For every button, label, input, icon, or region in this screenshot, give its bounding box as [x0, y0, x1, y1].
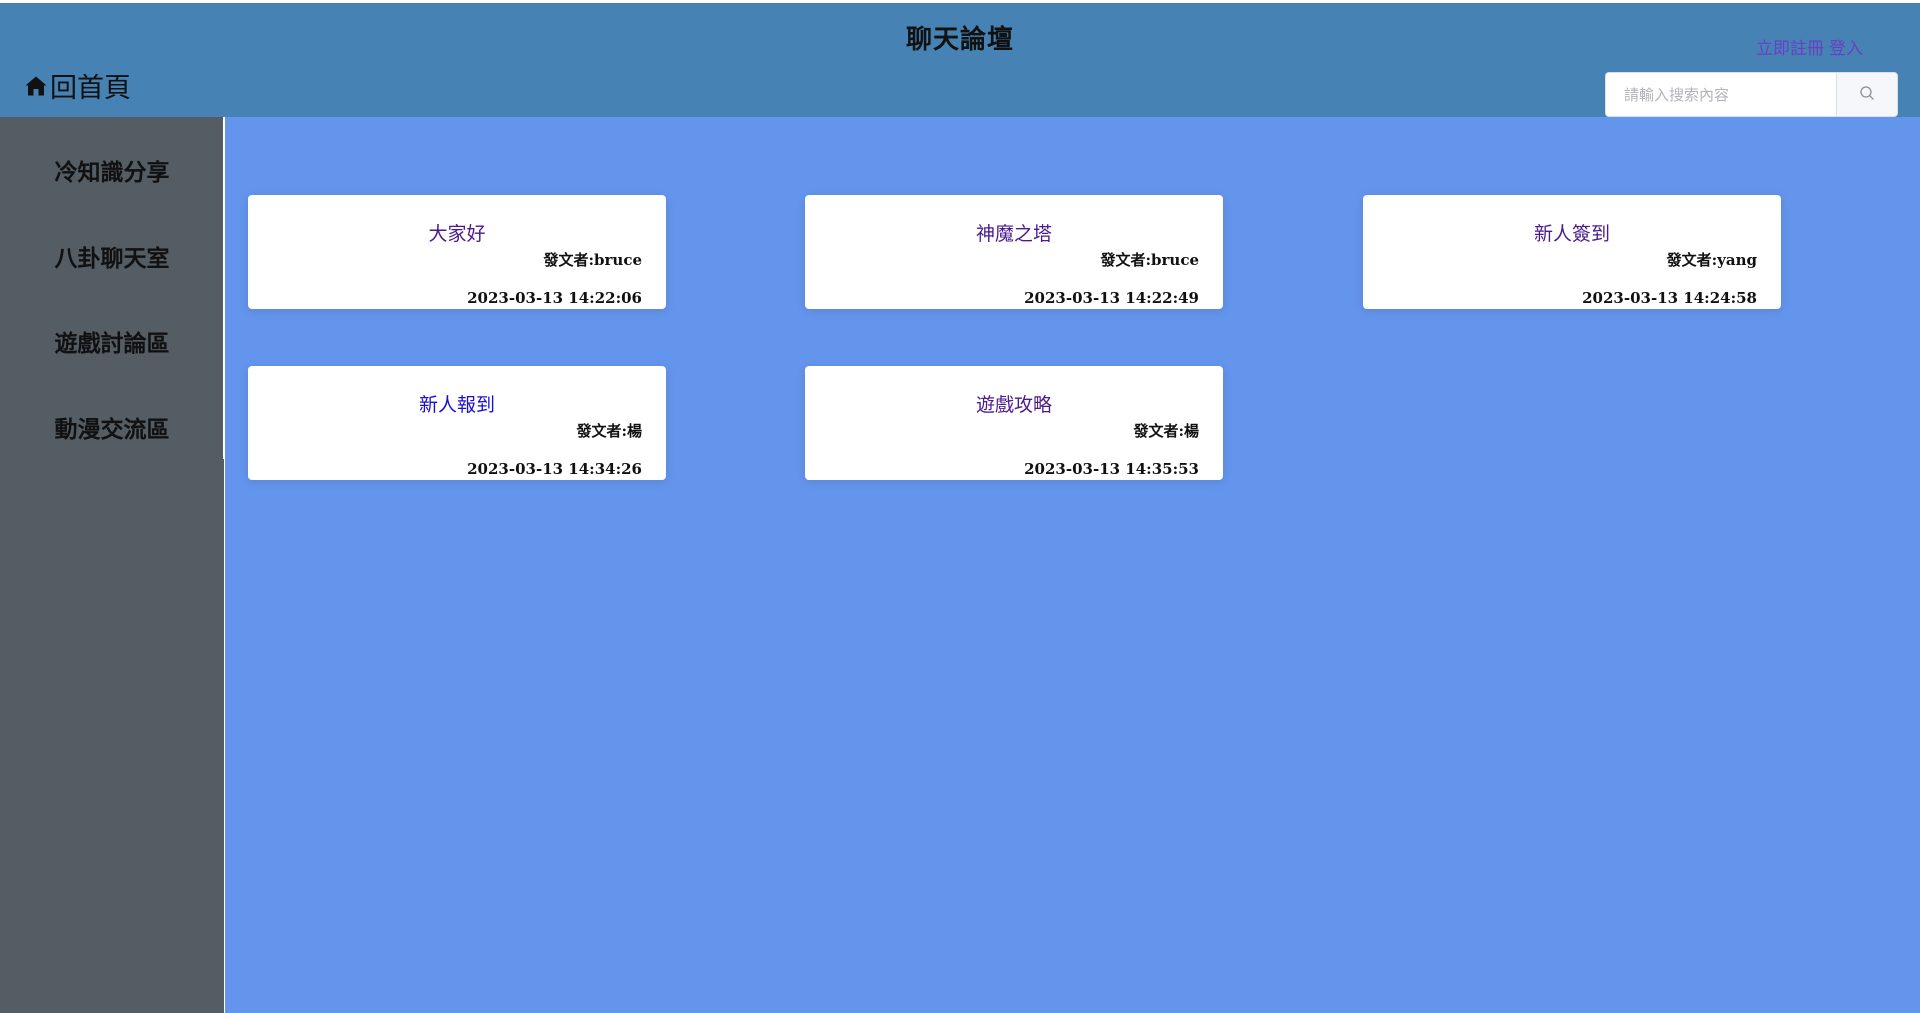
auth-links: 立即註冊 登入 [1756, 34, 1863, 59]
search-box [1605, 72, 1898, 117]
post-author: 發文者:楊 [576, 422, 642, 440]
sidebar-item-gossip[interactable]: 八卦聊天室 [0, 239, 224, 273]
post-author: 發文者:bruce [543, 251, 642, 269]
post-author: 發文者:bruce [1100, 251, 1199, 269]
sidebar: 冷知識分享 八卦聊天室 遊戲討論區 動漫交流區 [0, 117, 224, 1013]
post-datetime: 2023-03-13 14:35:53 [1024, 460, 1199, 478]
site-title: 聊天論壇 [905, 25, 1014, 55]
post-card[interactable]: 新人簽到 發文者:yang 2023-03-13 14:24:58 [1363, 195, 1781, 309]
search-input[interactable] [1606, 73, 1836, 116]
post-datetime: 2023-03-13 14:22:06 [467, 289, 642, 307]
sidebar-item-games[interactable]: 遊戲討論區 [0, 324, 224, 358]
post-datetime: 2023-03-13 14:22:49 [1024, 289, 1199, 307]
home-link[interactable]: 回首頁 [24, 66, 131, 105]
post-author: 發文者:楊 [1133, 422, 1199, 440]
post-datetime: 2023-03-13 14:24:58 [1582, 289, 1757, 307]
main-content: 大家好 發文者:bruce 2023-03-13 14:22:06 神魔之塔 發… [225, 117, 1920, 1013]
register-link[interactable]: 立即註冊 [1756, 39, 1824, 59]
post-title: 新人簽到 [1533, 223, 1610, 245]
post-card[interactable]: 新人報到 發文者:楊 2023-03-13 14:34:26 [248, 366, 666, 480]
login-link[interactable]: 登入 [1829, 39, 1863, 59]
sidebar-item-trivia[interactable]: 冷知識分享 [0, 153, 224, 187]
post-card[interactable]: 大家好 發文者:bruce 2023-03-13 14:22:06 [248, 195, 666, 309]
sidebar-item-anime[interactable]: 動漫交流區 [0, 410, 224, 444]
post-card[interactable]: 神魔之塔 發文者:bruce 2023-03-13 14:22:49 [805, 195, 1223, 309]
forum-page: 聊天論壇 回首頁 立即註冊 登入 請輸入搜索內容 冷知識分享 八卦聊天室 遊戲討… [0, 0, 1920, 1013]
post-datetime: 2023-03-13 14:34:26 [467, 460, 642, 478]
post-author: 發文者:yang [1666, 251, 1757, 269]
home-icon [24, 74, 48, 98]
post-title: 神魔之塔 [975, 223, 1052, 245]
home-label: 回首頁 [50, 73, 131, 104]
post-title: 遊戲攻略 [975, 394, 1052, 416]
search-button[interactable] [1836, 73, 1897, 116]
post-title: 大家好 [428, 223, 486, 245]
header-bar: 聊天論壇 回首頁 立即註冊 登入 [0, 3, 1920, 117]
post-card[interactable]: 遊戲攻略 發文者:楊 2023-03-13 14:35:53 [805, 366, 1223, 480]
post-title: 新人報到 [418, 394, 495, 416]
search-icon [1859, 85, 1875, 105]
